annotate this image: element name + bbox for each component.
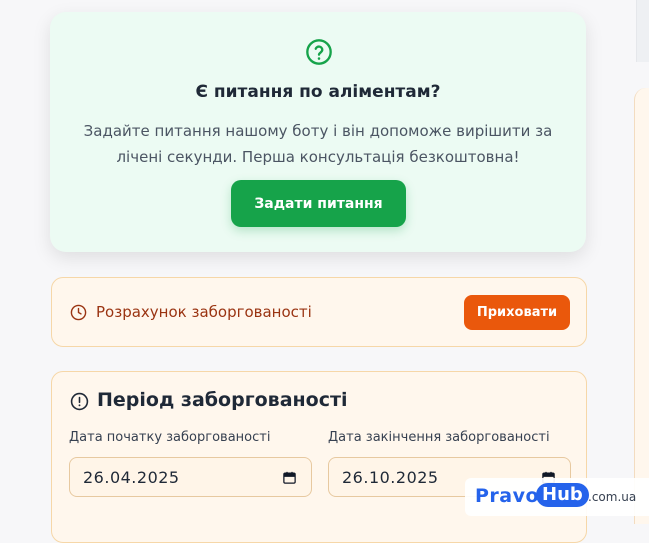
help-card: Є питання по аліментам? Задайте питання … bbox=[50, 12, 586, 252]
question-circle-icon bbox=[306, 39, 332, 65]
side-panel-edge bbox=[636, 0, 649, 62]
alert-circle-icon bbox=[70, 392, 89, 411]
clock-icon bbox=[70, 304, 87, 321]
side-card-edge bbox=[634, 88, 649, 524]
start-date-label: Дата початку заборгованості bbox=[69, 430, 271, 445]
debt-period-title: Період заборгованості bbox=[97, 389, 348, 411]
debt-calculation-bar: Розрахунок заборгованості Приховати bbox=[51, 277, 587, 347]
brand-pravo-text: Pravo bbox=[475, 485, 540, 507]
help-title: Є питання по аліментам? bbox=[195, 82, 441, 102]
pravohub-logo: Pravo Hub .com.ua bbox=[465, 478, 649, 516]
brand-hub-badge: Hub bbox=[536, 483, 589, 507]
end-date-value: 26.10.2025 bbox=[342, 468, 439, 487]
help-description: Задайте питання нашому боту і він допомо… bbox=[83, 122, 553, 166]
debt-calculation-title: Розрахунок заборгованості bbox=[96, 303, 312, 321]
brand-domain-text: .com.ua bbox=[588, 490, 637, 504]
end-date-label: Дата закінчення заборгованості bbox=[328, 430, 550, 445]
calendar-icon[interactable] bbox=[282, 470, 297, 485]
start-date-input[interactable]: 26.04.2025 bbox=[69, 457, 312, 497]
start-date-value: 26.04.2025 bbox=[83, 468, 180, 487]
debt-period-card: Період заборгованості Дата початку забор… bbox=[51, 371, 587, 543]
hide-button[interactable]: Приховати bbox=[464, 295, 570, 330]
ask-question-button[interactable]: Задати питання bbox=[231, 180, 406, 227]
